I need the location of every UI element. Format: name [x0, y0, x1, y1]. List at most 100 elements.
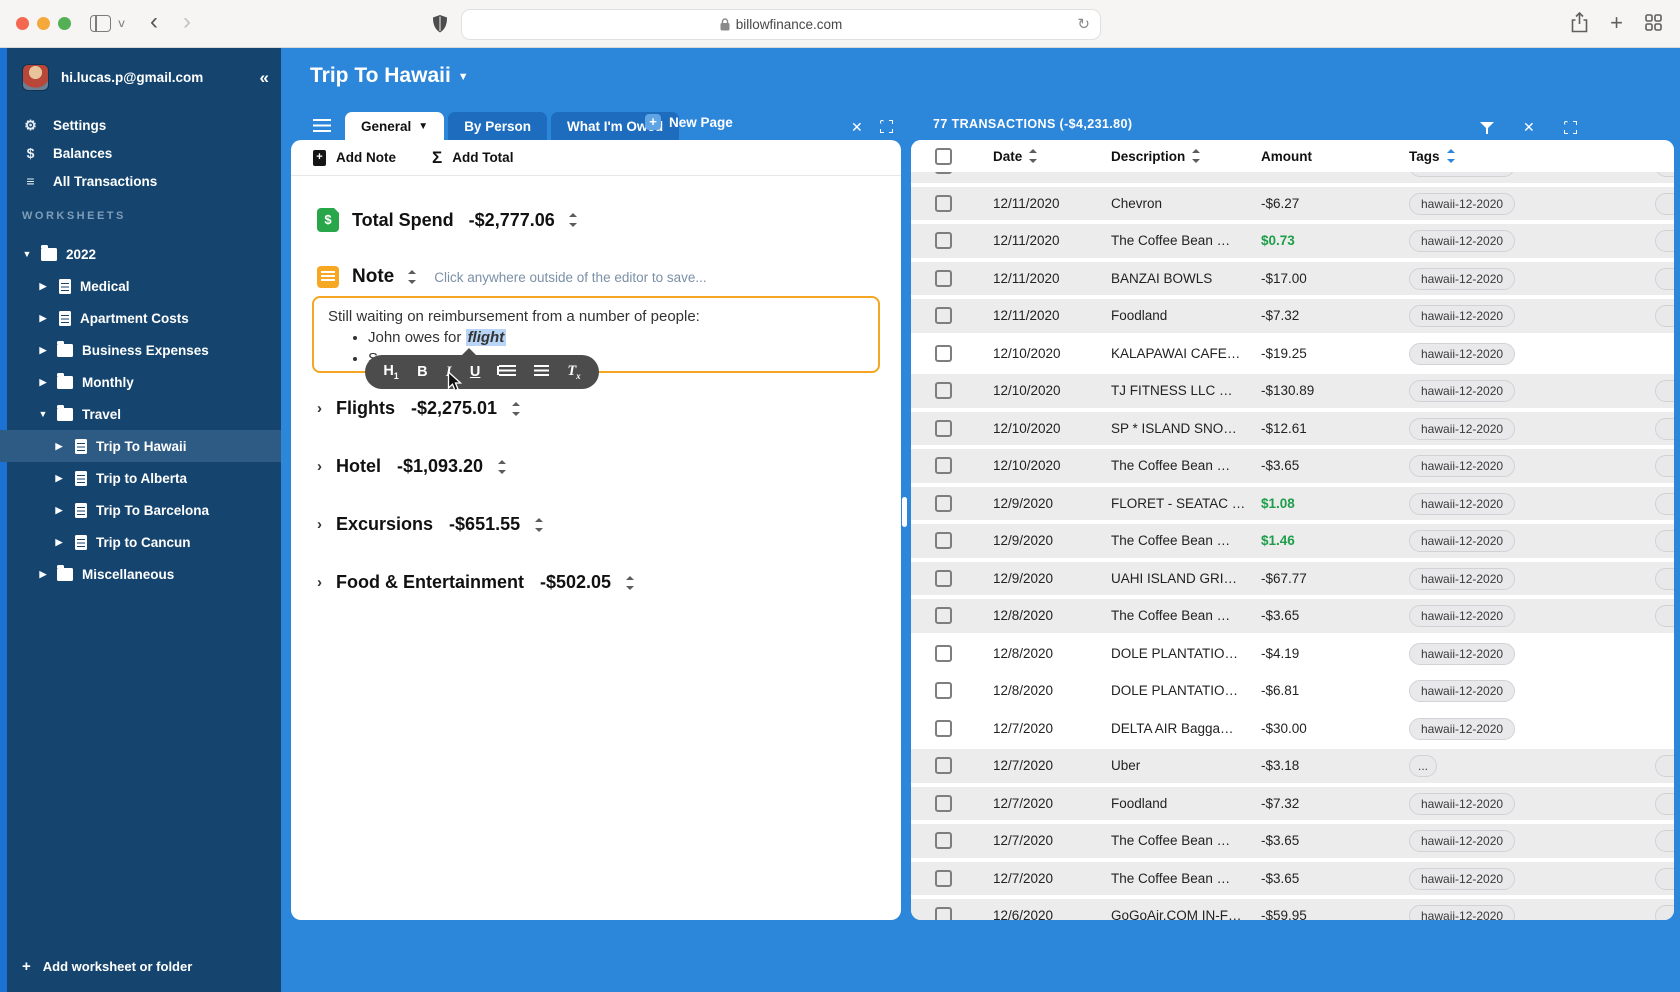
tag-pill-clipped[interactable]	[1655, 830, 1674, 852]
tag-pill[interactable]: hawaii-12-2020	[1409, 680, 1515, 702]
table-row[interactable]: 12/7/2020 The Coffee Bean … -$3.65 hawai…	[911, 862, 1674, 896]
table-row[interactable]: 12/6/2020 GoGoAir.COM IN-F… -$59.95 hawa…	[911, 899, 1674, 920]
sidebar-item-trip-to-barcelona[interactable]: ▶ Trip To Barcelona	[0, 494, 281, 526]
table-row[interactable]: 12/10/2020 The Coffee Bean … -$3.65 hawa…	[911, 449, 1674, 483]
table-row[interactable]: 12/9/2020 FLORET - SEATAC … $1.08 hawaii…	[911, 487, 1674, 521]
tag-pill[interactable]: hawaii-12-2020	[1409, 172, 1515, 177]
tag-pill[interactable]: hawaii-12-2020	[1409, 830, 1515, 852]
table-row[interactable]: 12/8/2020 DOLE PLANTATIO… -$4.19 hawaii-…	[911, 637, 1674, 671]
row-checkbox[interactable]	[935, 307, 952, 324]
caret-icon[interactable]: ▶	[38, 377, 48, 388]
ordered-list-button[interactable]	[499, 364, 516, 380]
sidebar-item-monthly[interactable]: ▶ Monthly	[0, 366, 281, 398]
sidebar-item-business-expenses[interactable]: ▶ Business Expenses	[0, 334, 281, 366]
caret-icon[interactable]: ▶	[38, 281, 48, 292]
tag-pill[interactable]: hawaii-12-2020	[1409, 530, 1515, 552]
tag-pill[interactable]: hawaii-12-2020	[1409, 268, 1515, 290]
row-checkbox[interactable]	[935, 570, 952, 587]
caret-icon[interactable]: ▶	[54, 441, 64, 452]
note-row[interactable]: Note Click anywhere outside of the edito…	[317, 266, 707, 288]
tag-pill[interactable]: hawaii-12-2020	[1409, 718, 1515, 740]
table-row[interactable]: 12/11/2020 Foodland -$7.32 hawaii-12-202…	[911, 299, 1674, 333]
bold-button[interactable]: B	[417, 364, 427, 380]
close-window-button[interactable]	[16, 17, 29, 30]
row-checkbox[interactable]	[935, 420, 952, 437]
tag-pill[interactable]: hawaii-12-2020	[1409, 643, 1515, 665]
user-email[interactable]: hi.lucas.p@gmail.com	[61, 70, 248, 85]
sort-icon[interactable]	[534, 518, 542, 532]
url-bar[interactable]: billowfinance.com ↻	[461, 9, 1101, 40]
caret-icon[interactable]: ▼	[22, 249, 32, 259]
tag-pill-clipped[interactable]	[1655, 755, 1674, 777]
table-row[interactable]: 12/11/2020 7-Eleven -$12.31 hawaii-12-20…	[911, 172, 1674, 183]
tag-pill[interactable]: hawaii-12-2020	[1409, 380, 1515, 402]
tab-overview-icon[interactable]	[1645, 14, 1662, 31]
tag-pill-clipped[interactable]	[1655, 172, 1674, 177]
table-row[interactable]: 12/7/2020 DELTA AIR Bagga… -$30.00 hawai…	[911, 712, 1674, 746]
sidebar-item-apartment-costs[interactable]: ▶ Apartment Costs	[0, 302, 281, 334]
tag-pill[interactable]: hawaii-12-2020	[1409, 605, 1515, 627]
tag-pill-clipped[interactable]	[1655, 418, 1674, 440]
table-row[interactable]: 12/11/2020 The Coffee Bean … $0.73 hawai…	[911, 224, 1674, 258]
add-total-button[interactable]: Σ Add Total	[432, 148, 513, 168]
new-tab-icon[interactable]: +	[1610, 14, 1623, 32]
caret-icon[interactable]: ▶	[54, 473, 64, 484]
sidebar-item-trip-to-cancun[interactable]: ▶ Trip to Cancun	[0, 526, 281, 558]
sidebar-item-medical[interactable]: ▶ Medical	[0, 270, 281, 302]
panel-resize-handle[interactable]	[902, 497, 907, 527]
sidebar-item-balances[interactable]: $ Balances	[22, 141, 112, 165]
reload-icon[interactable]: ↻	[1077, 15, 1090, 33]
total-spend-row[interactable]: $ Total Spend -$2,777.06	[317, 208, 576, 232]
table-row[interactable]: 12/10/2020 SP * ISLAND SNO… -$12.61 hawa…	[911, 412, 1674, 446]
table-row[interactable]: 12/7/2020 Foodland -$7.32 hawaii-12-2020	[911, 787, 1674, 821]
sidebar-item-miscellaneous[interactable]: ▶ Miscellaneous	[0, 558, 281, 590]
forward-button[interactable]: ›	[183, 8, 191, 36]
row-checkbox[interactable]	[935, 682, 952, 699]
table-row[interactable]: 12/7/2020 The Coffee Bean … -$3.65 hawai…	[911, 824, 1674, 858]
tag-pill[interactable]: hawaii-12-2020	[1409, 193, 1515, 215]
close-panel-icon[interactable]: ✕	[851, 119, 863, 136]
shield-icon[interactable]	[432, 14, 448, 34]
sort-icon[interactable]	[511, 402, 519, 416]
caret-icon[interactable]: ▶	[38, 313, 48, 324]
column-header-amount[interactable]: Amount	[1261, 149, 1312, 164]
tag-pill[interactable]: hawaii-12-2020	[1409, 305, 1515, 327]
chevron-down-icon[interactable]: ⅴ	[118, 16, 125, 30]
tab-by-person[interactable]: By Person	[448, 112, 547, 140]
table-row[interactable]: 12/9/2020 The Coffee Bean … $1.46 hawaii…	[911, 524, 1674, 558]
column-header-tags[interactable]: Tags	[1409, 149, 1454, 164]
tag-pill[interactable]: hawaii-12-2020	[1409, 793, 1515, 815]
tab-general[interactable]: General ▼	[345, 112, 444, 140]
row-checkbox[interactable]	[935, 382, 952, 399]
row-checkbox[interactable]	[935, 870, 952, 887]
row-checkbox[interactable]	[935, 195, 952, 212]
caret-icon[interactable]: ▶	[54, 505, 64, 516]
table-row[interactable]: 12/11/2020 Chevron -$6.27 hawaii-12-2020	[911, 187, 1674, 221]
tag-pill[interactable]: hawaii-12-2020	[1409, 455, 1515, 477]
sidebar-item-2022[interactable]: ▼ 2022	[0, 238, 281, 270]
table-row[interactable]: 12/8/2020 The Coffee Bean … -$3.65 hawai…	[911, 599, 1674, 633]
zoom-window-button[interactable]	[58, 17, 71, 30]
row-checkbox[interactable]	[935, 532, 952, 549]
row-checkbox[interactable]	[935, 832, 952, 849]
tag-pill-clipped[interactable]	[1655, 530, 1674, 552]
sort-icon[interactable]	[625, 576, 633, 590]
new-page-button[interactable]: + New Page	[645, 114, 733, 130]
row-checkbox[interactable]	[935, 720, 952, 737]
section-food-entertainment[interactable]: › Food & Entertainment -$502.05	[317, 572, 633, 593]
caret-icon[interactable]: ▼	[38, 409, 48, 419]
tag-pill-clipped[interactable]	[1655, 268, 1674, 290]
section-flights[interactable]: › Flights -$2,275.01	[317, 398, 519, 419]
browser-sidebar-icon[interactable]	[90, 15, 111, 32]
row-checkbox[interactable]	[935, 232, 952, 249]
back-button[interactable]: ‹	[150, 8, 158, 36]
table-row[interactable]: 12/8/2020 DOLE PLANTATIO… -$6.81 hawaii-…	[911, 674, 1674, 708]
row-checkbox[interactable]	[935, 270, 952, 287]
avatar[interactable]	[22, 64, 49, 91]
expand-transactions-icon[interactable]	[1564, 121, 1577, 134]
tag-pill-clipped[interactable]	[1655, 305, 1674, 327]
section-hotel[interactable]: › Hotel -$1,093.20	[317, 456, 505, 477]
sort-icon[interactable]	[497, 460, 505, 474]
row-checkbox[interactable]	[935, 795, 952, 812]
row-checkbox[interactable]	[935, 457, 952, 474]
